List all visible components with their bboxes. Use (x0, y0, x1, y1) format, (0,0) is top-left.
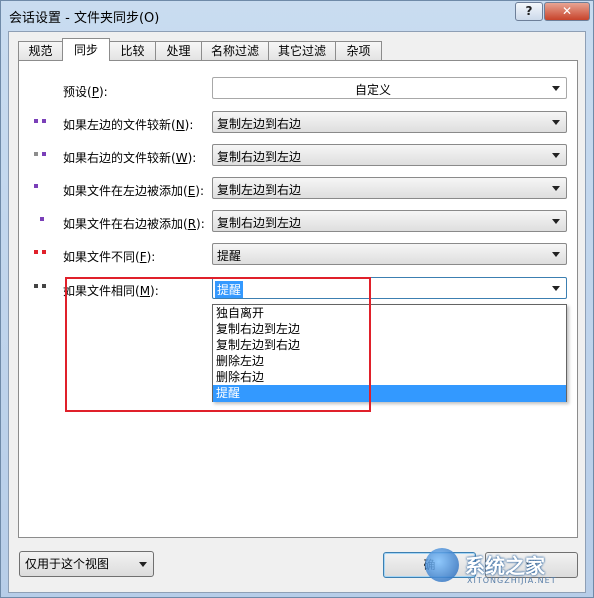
tab-spec[interactable]: 规范 (18, 41, 63, 60)
marker-dot (34, 284, 38, 288)
row-marker-right-newer (34, 152, 48, 156)
sync-tab-panel: 预设(P): 自定义 如果左边的文件较新(N): 复制左边到右边 如果右边的文件… (18, 60, 578, 538)
chevron-down-icon (552, 286, 560, 291)
different-value: 提醒 (217, 249, 242, 263)
chevron-down-icon (139, 562, 147, 567)
marker-dot (42, 119, 46, 123)
row-marker-left-newer (34, 119, 48, 123)
different-select[interactable]: 提醒 (212, 243, 567, 265)
different-label: 如果文件不同(F): (63, 250, 156, 264)
same-dropdown-list: 独自离开 复制右边到左边 复制左边到右边 删除左边 删除右边 提醒 (212, 304, 567, 402)
marker-dot (34, 184, 38, 188)
same-label: 如果文件相同(M): (63, 284, 159, 298)
same-value: 提醒 (215, 281, 244, 298)
tab-handle[interactable]: 处理 (155, 41, 202, 60)
right-newer-select[interactable]: 复制右边到左边 (212, 144, 567, 166)
view-scope-select[interactable]: 仅用于这个视图 (19, 551, 154, 577)
dropdown-option[interactable]: 删除右边 (213, 369, 566, 386)
tab-other-filter[interactable]: 其它过滤 (268, 41, 336, 60)
marker-dot (42, 250, 46, 254)
chevron-down-icon (552, 86, 560, 91)
right-added-value: 复制右边到左边 (217, 216, 302, 230)
tab-name-filter[interactable]: 名称过滤 (201, 41, 269, 60)
preset-select[interactable]: 自定义 (212, 77, 567, 99)
window-title: 会话设置 - 文件夹同步(O) (9, 11, 160, 26)
help-button[interactable]: ? (515, 2, 543, 21)
left-newer-value: 复制左边到右边 (217, 117, 302, 131)
chevron-down-icon (552, 186, 560, 191)
dropdown-option[interactable]: 复制右边到左边 (213, 321, 566, 338)
title-bar[interactable]: 会话设置 - 文件夹同步(O) ? ✕ (1, 1, 593, 29)
ok-button[interactable]: 确 (383, 552, 476, 578)
right-added-label: 如果文件在右边被添加(R): (63, 217, 205, 231)
close-button[interactable]: ✕ (544, 2, 590, 21)
dropdown-option[interactable]: 独自离开 (213, 305, 566, 322)
dropdown-option[interactable]: 删除左边 (213, 353, 566, 370)
row-marker-different (34, 250, 48, 254)
cancel-button[interactable]: 消 (485, 552, 578, 578)
marker-dot (40, 217, 44, 221)
row-marker-left-added (34, 184, 48, 188)
tab-misc[interactable]: 杂项 (335, 41, 382, 60)
left-added-label: 如果文件在左边被添加(E): (63, 184, 205, 198)
right-newer-value: 复制右边到左边 (217, 150, 302, 164)
dropdown-option-selected[interactable]: 提醒 (213, 385, 566, 402)
marker-dot (42, 152, 46, 156)
left-added-select[interactable]: 复制左边到右边 (212, 177, 567, 199)
chevron-down-icon (552, 252, 560, 257)
left-newer-label: 如果左边的文件较新(N): (63, 118, 194, 132)
marker-dot (34, 119, 38, 123)
chevron-down-icon (552, 120, 560, 125)
same-select[interactable]: 提醒 (212, 277, 567, 299)
right-newer-label: 如果右边的文件较新(W): (63, 151, 197, 165)
left-newer-select[interactable]: 复制左边到右边 (212, 111, 567, 133)
row-marker-same (34, 284, 48, 288)
preset-label: 预设(P): (63, 85, 108, 99)
tab-sync[interactable]: 同步 (62, 38, 110, 61)
marker-dot (34, 250, 38, 254)
right-added-select[interactable]: 复制右边到左边 (212, 210, 567, 232)
session-settings-window: 会话设置 - 文件夹同步(O) ? ✕ 规范 同步 比较 处理 名称过滤 其它过… (0, 0, 594, 598)
chevron-down-icon (552, 219, 560, 224)
row-marker-right-added (40, 217, 54, 221)
dropdown-option[interactable]: 复制左边到右边 (213, 337, 566, 354)
chevron-down-icon (552, 153, 560, 158)
preset-value: 自定义 (354, 83, 391, 97)
marker-dot (34, 152, 38, 156)
tab-compare[interactable]: 比较 (109, 41, 156, 60)
view-scope-value: 仅用于这个视图 (25, 557, 110, 571)
left-added-value: 复制左边到右边 (217, 183, 302, 197)
dialog-client-area: 规范 同步 比较 处理 名称过滤 其它过滤 杂项 预设(P): 自定义 如果左边… (8, 31, 586, 593)
marker-dot (42, 284, 46, 288)
